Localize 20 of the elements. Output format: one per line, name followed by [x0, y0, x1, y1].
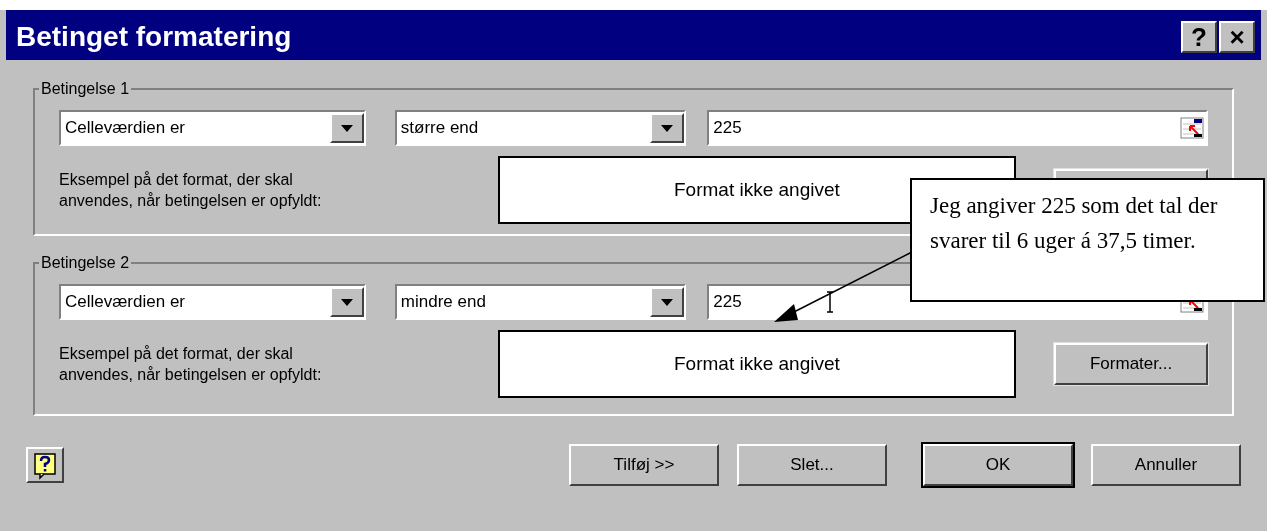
help-button[interactable]: ? [1181, 21, 1217, 53]
example-label: Eksempel på det format, der skal anvendes, når betingelsen er opfyldt: [59, 344, 323, 385]
dropdown[interactable]: Celleværdien er [59, 110, 366, 146]
format-button[interactable]: Formater... [1054, 343, 1208, 385]
range-select-icon[interactable] [1180, 117, 1204, 139]
dropdown[interactable]: større end [394, 110, 686, 146]
help-icon[interactable] [26, 447, 64, 483]
dialog-button[interactable]: Tilføj >> [569, 444, 719, 486]
dropdown[interactable]: Celleværdien er [59, 284, 366, 320]
dropdown[interactable]: mindre end [394, 284, 686, 320]
close-button[interactable]: × [1219, 21, 1255, 53]
callout-tooltip: Jeg angiver 225 som det tal der svarer til 6 uger á 37,5 timer. [910, 178, 1265, 302]
format-preview: Format ikke angivet [497, 330, 1017, 398]
example-label: Eksempel på det format, der skal anvendes, når betingelsen er opfyldt: [59, 170, 323, 211]
window-title: Betinget formatering [16, 20, 293, 54]
dialog-button[interactable]: OK [923, 444, 1073, 486]
text-cursor-icon [825, 291, 835, 313]
value-field[interactable]: 225 [707, 110, 1208, 146]
dialog-button[interactable]: Slet... [737, 444, 887, 486]
dialog-button[interactable]: Annuller [1091, 444, 1241, 486]
